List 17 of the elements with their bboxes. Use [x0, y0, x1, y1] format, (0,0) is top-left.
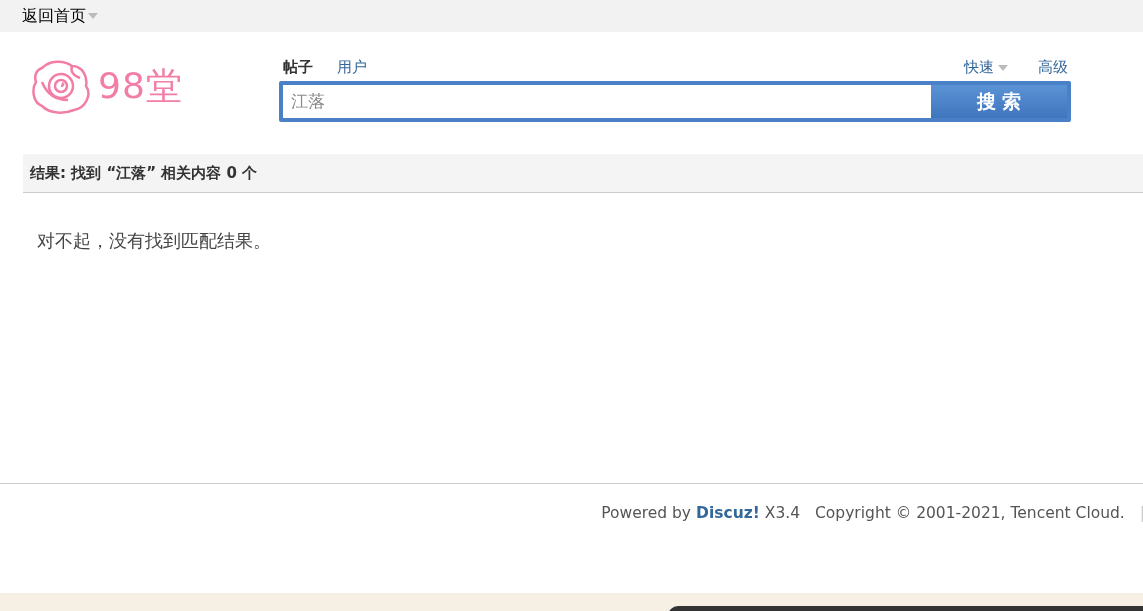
advanced-search-link[interactable]: 高级 — [1038, 58, 1068, 78]
no-results-message: 对不起，没有找到匹配结果。 — [37, 229, 272, 253]
search-tab[interactable]: 用户 — [337, 58, 367, 78]
search-button[interactable]: 搜 索 — [931, 85, 1067, 118]
quick-search-dropdown[interactable]: 快速 — [964, 58, 1008, 78]
separator-text: | — [1139, 504, 1143, 522]
caret-icon — [998, 64, 1008, 71]
version-text: X3.4 — [764, 504, 801, 522]
logo-text: 98堂 — [98, 63, 183, 108]
powered-by-text: Powered by — [601, 504, 692, 522]
home-link[interactable]: 返回首页 — [22, 5, 98, 27]
caret-icon — [88, 13, 98, 19]
copyright-text: Copyright © 2001-2021, Tencent Cloud. — [815, 504, 1125, 522]
search-tab[interactable]: 帖子 — [283, 58, 313, 78]
brand-link[interactable]: Discuz! — [696, 504, 760, 522]
results-heading: 结果: 找到 “江落” 相关内容 0 个 — [30, 163, 258, 183]
search-field[interactable]: 江落 — [283, 85, 931, 118]
